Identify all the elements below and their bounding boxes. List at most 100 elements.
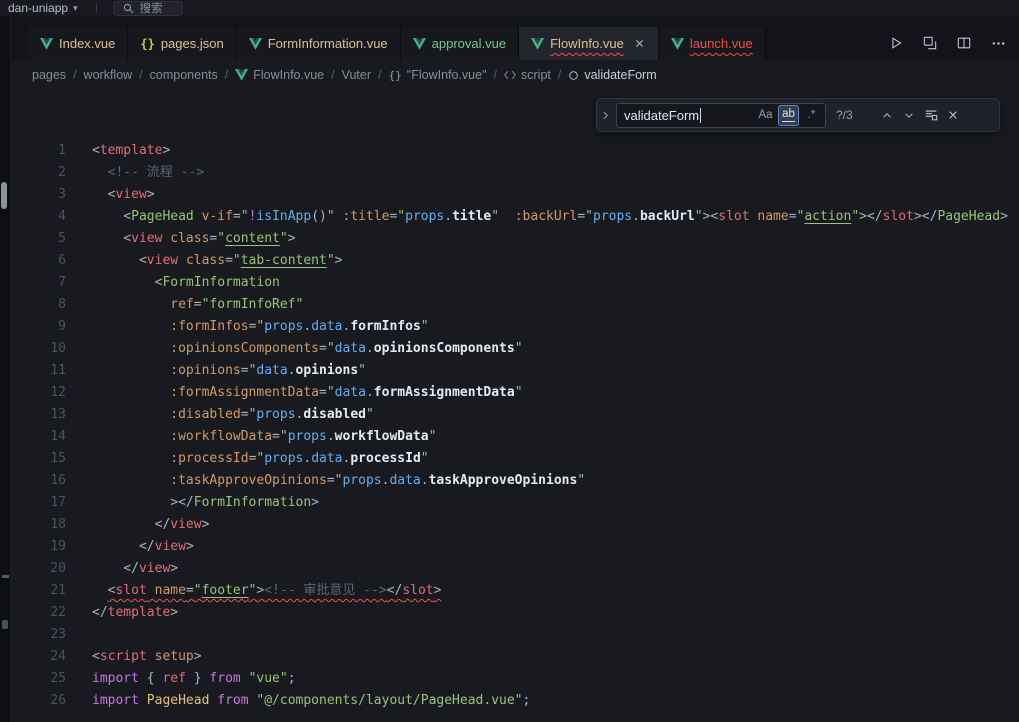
activity-bar[interactable]: [0, 16, 11, 722]
run-button[interactable]: [885, 32, 907, 54]
code-line[interactable]: 11 :opinions="data.opinions": [11, 360, 1019, 382]
breadcrumb-label: FlowInfo.vue: [253, 68, 324, 82]
line-content: <view class="tab-content">: [92, 250, 342, 272]
chevron-right-icon: [601, 110, 610, 121]
line-number[interactable]: 10: [11, 338, 66, 360]
vue-icon: [249, 38, 262, 50]
line-number[interactable]: 14: [11, 426, 66, 448]
code-line[interactable]: 16 :taskApproveOpinions="props.data.task…: [11, 470, 1019, 492]
line-number[interactable]: 4: [11, 206, 66, 228]
line-content: </template>: [92, 602, 178, 624]
line-number[interactable]: 19: [11, 536, 66, 558]
open-changes-button[interactable]: [919, 32, 941, 54]
find-in-selection-button[interactable]: [920, 104, 942, 126]
app-menu[interactable]: dan-uniapp ▾: [8, 1, 78, 15]
code-line[interactable]: 13 :disabled="props.disabled": [11, 404, 1019, 426]
line-number[interactable]: 5: [11, 228, 66, 250]
code-line[interactable]: 4 <PageHead v-if="!isInApp()" :title="pr…: [11, 206, 1019, 228]
breadcrumb-item-FlowInfo.vue[interactable]: {}"FlowInfo.vue": [389, 68, 487, 82]
find-input[interactable]: validateForm Aa ab .*: [616, 103, 826, 128]
code-line[interactable]: 14 :workflowData="props.workflowData": [11, 426, 1019, 448]
breadcrumb-item-validateForm[interactable]: validateForm: [568, 68, 656, 82]
close-tab-button[interactable]: [633, 37, 646, 50]
line-number[interactable]: 26: [11, 690, 66, 712]
code-line[interactable]: 26import PageHead from "@/components/lay…: [11, 690, 1019, 712]
previous-match-button[interactable]: [876, 104, 898, 126]
line-number[interactable]: 18: [11, 514, 66, 536]
code-line[interactable]: 25 import { ref } from "vue";: [11, 668, 1019, 690]
line-number[interactable]: 1: [11, 140, 66, 162]
line-number[interactable]: 3: [11, 184, 66, 206]
toggle-replace-button[interactable]: [597, 99, 613, 131]
tab-Index.vue[interactable]: Index.vue: [28, 27, 128, 60]
breadcrumb-item-workflow[interactable]: workflow: [84, 68, 133, 82]
line-content: :workflowData="props.workflowData": [92, 426, 436, 448]
code-line[interactable]: 15 :processId="props.data.processId": [11, 448, 1019, 470]
code-line[interactable]: 12 :formAssignmentData="data.formAssignm…: [11, 382, 1019, 404]
find-options: Aa ab .*: [755, 105, 825, 126]
line-number[interactable]: 16: [11, 470, 66, 492]
line-number[interactable]: 6: [11, 250, 66, 272]
regex-button[interactable]: .*: [801, 105, 822, 126]
line-content: :opinions="data.opinions": [92, 360, 366, 382]
editor[interactable]: validateForm Aa ab .* ?/3: [11, 90, 1019, 722]
titlebar-search[interactable]: 搜索: [113, 1, 183, 16]
line-number[interactable]: 11: [11, 360, 66, 382]
line-number[interactable]: 21: [11, 580, 66, 602]
more-actions-button[interactable]: [987, 32, 1009, 54]
line-number[interactable]: 25: [11, 668, 66, 690]
line-number[interactable]: 9: [11, 316, 66, 338]
line-number[interactable]: 17: [11, 492, 66, 514]
tab-bar: Index.vue{}pages.jsonFormInformation.vue…: [11, 16, 1019, 60]
vue-icon: [40, 38, 53, 50]
code-line[interactable]: 10 :opinionsComponents="data.opinionsCom…: [11, 338, 1019, 360]
breadcrumb-item-components[interactable]: components: [150, 68, 218, 82]
match-case-button[interactable]: Aa: [755, 105, 776, 126]
line-number[interactable]: 15: [11, 448, 66, 470]
code-line[interactable]: 23: [11, 624, 1019, 646]
line-number[interactable]: 20: [11, 558, 66, 580]
code-line[interactable]: 17 ></FormInformation>: [11, 492, 1019, 514]
breadcrumb-label: script: [521, 68, 551, 82]
breadcrumb-label: validateForm: [584, 68, 656, 82]
tab-FlowInfo.vue[interactable]: FlowInfo.vue: [519, 27, 659, 60]
line-number[interactable]: 24: [11, 646, 66, 668]
line-number[interactable]: 8: [11, 294, 66, 316]
code-line[interactable]: 1<template>: [11, 140, 1019, 162]
line-number[interactable]: 13: [11, 404, 66, 426]
code-line[interactable]: 5 <view class="content">: [11, 228, 1019, 250]
tab-pages.json[interactable]: {}pages.json: [128, 27, 236, 60]
code-line[interactable]: 19 </view>: [11, 536, 1019, 558]
line-number[interactable]: 7: [11, 272, 66, 294]
tab-FormInformation.vue[interactable]: FormInformation.vue: [237, 27, 401, 60]
find-query-text: validateForm: [624, 108, 699, 123]
code-line[interactable]: 22 </template>: [11, 602, 1019, 624]
split-editor-button[interactable]: [953, 32, 975, 54]
code-line[interactable]: 24<script setup>: [11, 646, 1019, 668]
line-number[interactable]: 2: [11, 162, 66, 184]
find-widget: validateForm Aa ab .* ?/3: [596, 98, 1000, 132]
code-line[interactable]: 2 <!-- 流程 -->: [11, 162, 1019, 184]
line-content: import { ref } from "vue";: [92, 668, 296, 690]
tab-launch.vue[interactable]: launch.vue: [659, 27, 766, 60]
tab-approval.vue[interactable]: approval.vue: [401, 27, 519, 60]
next-match-button[interactable]: [898, 104, 920, 126]
code-line[interactable]: 21 <slot name="footer"><!-- 审批意见 --></sl…: [11, 580, 1019, 602]
breadcrumb-item-pages[interactable]: pages: [32, 68, 66, 82]
whole-word-button[interactable]: ab: [778, 105, 799, 126]
line-number[interactable]: 12: [11, 382, 66, 404]
close-find-button[interactable]: [942, 104, 964, 126]
breadcrumb-item-FlowInfo.vue[interactable]: FlowInfo.vue: [235, 68, 324, 82]
code-line[interactable]: 8 ref="formInfoRef": [11, 294, 1019, 316]
code-line[interactable]: 18 </view>: [11, 514, 1019, 536]
code-line[interactable]: 20 </view>: [11, 558, 1019, 580]
breadcrumb-item-script[interactable]: script: [504, 68, 551, 82]
line-number[interactable]: 22: [11, 602, 66, 624]
code-line[interactable]: 6 <view class="tab-content">: [11, 250, 1019, 272]
code-line[interactable]: 7 <FormInformation: [11, 272, 1019, 294]
code-line[interactable]: 9 :formInfos="props.data.formInfos": [11, 316, 1019, 338]
code-line[interactable]: 3 <view>: [11, 184, 1019, 206]
breadcrumb-item-Vuter[interactable]: Vuter: [342, 68, 371, 82]
line-number[interactable]: 23: [11, 624, 66, 646]
editor-group: Index.vue{}pages.jsonFormInformation.vue…: [11, 16, 1019, 722]
